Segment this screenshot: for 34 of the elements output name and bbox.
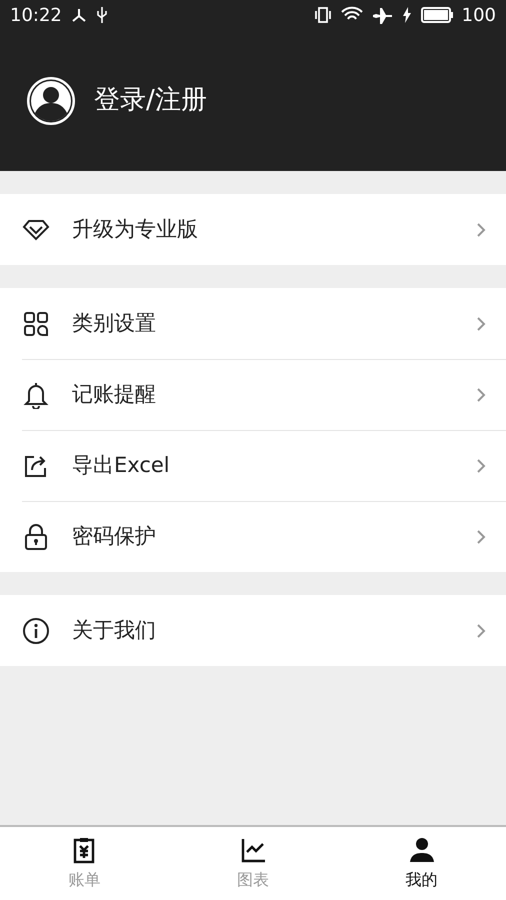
menu-label: 升级为专业版: [72, 216, 199, 243]
charging-icon: [402, 7, 412, 23]
status-time: 10:22: [10, 4, 62, 28]
chevron-icon: [476, 386, 486, 402]
chevron-icon: [476, 622, 486, 638]
menu-label: 关于我们: [72, 616, 157, 644]
chevron-icon: [476, 316, 486, 332]
menu-item[interactable]: 关于我们: [0, 595, 506, 666]
avatar-icon[interactable]: [26, 76, 76, 126]
info-icon: [22, 616, 50, 644]
grid-icon: [22, 310, 50, 338]
menu-item[interactable]: 导出Excel: [0, 430, 506, 501]
battery-icon: [420, 6, 454, 24]
menu-item[interactable]: 密码保护: [0, 501, 506, 572]
login-register-link[interactable]: 登录/注册: [94, 81, 207, 120]
menu-label: 类别设置: [72, 310, 157, 337]
menu-label: 导出Excel: [72, 452, 171, 479]
menu-item[interactable]: 记账提醒: [0, 359, 506, 430]
menu-label: 记账提醒: [72, 380, 157, 408]
chevron-icon: [476, 458, 486, 474]
airplane-icon: [372, 6, 394, 24]
share-icon: [70, 7, 88, 23]
lock-icon: [22, 522, 50, 550]
person-icon: [408, 836, 436, 864]
bell-icon: [22, 380, 50, 408]
usb-icon: [96, 6, 108, 24]
menu-item[interactable]: 类别设置: [0, 288, 506, 359]
battery-level: 100: [462, 4, 496, 28]
menu-label: 密码保护: [72, 522, 157, 550]
vibrate-icon: [314, 6, 332, 24]
chevron-icon: [476, 528, 486, 544]
chevron-icon: [476, 222, 486, 238]
tab[interactable]: 我的: [337, 827, 506, 900]
menu-item[interactable]: 升级为专业版: [0, 194, 506, 265]
